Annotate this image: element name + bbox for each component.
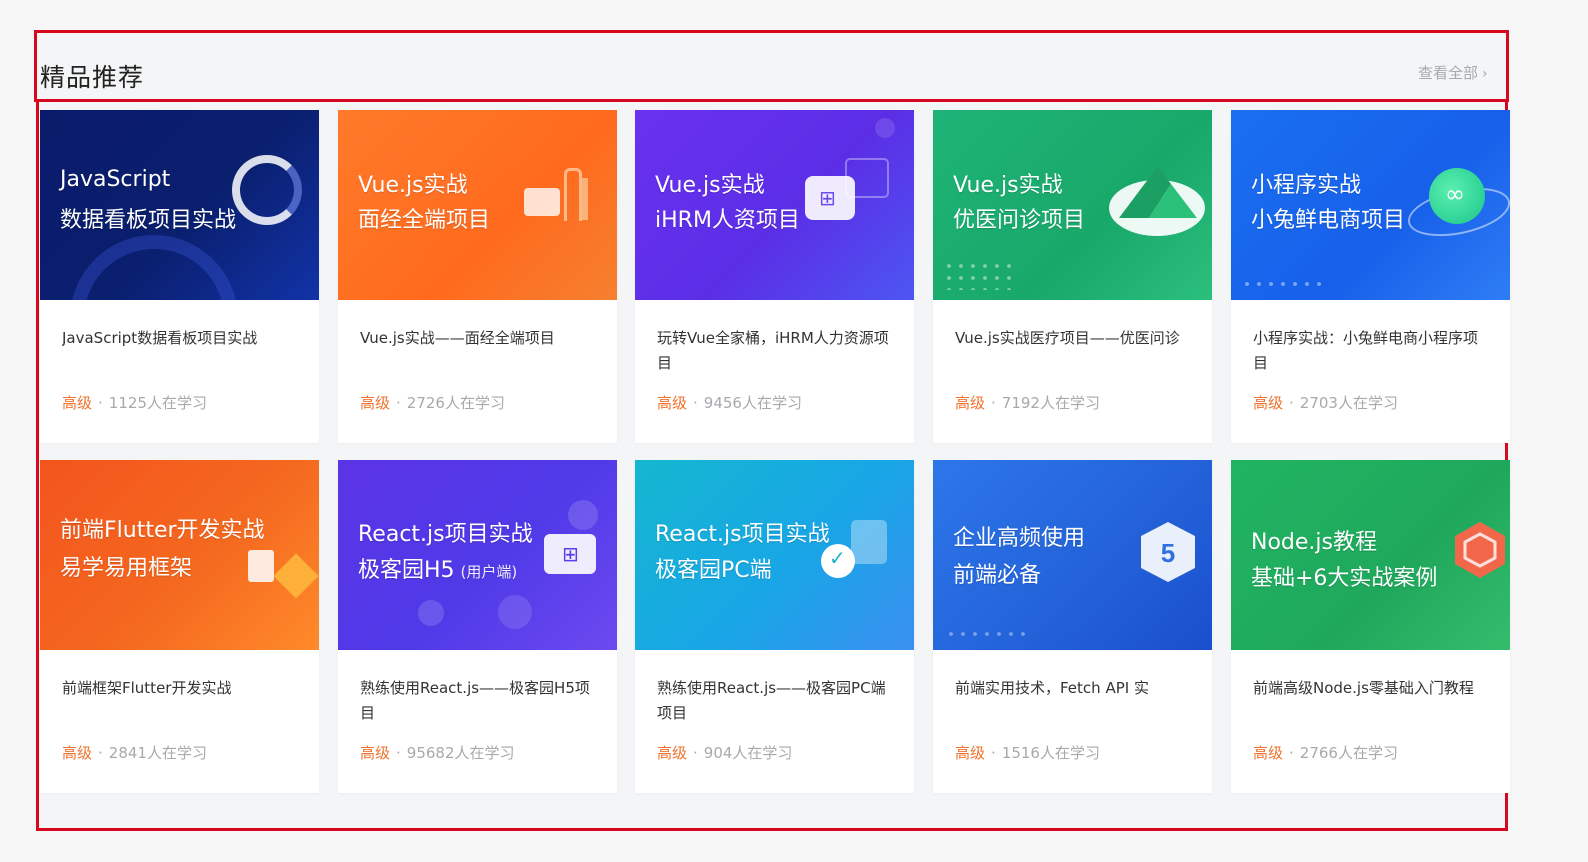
nodejs-icon xyxy=(1455,522,1505,578)
course-card[interactable]: 5 企业高频使用 前端必备 前端实用技术，Fetch API 实 高级 · 1516… xyxy=(933,460,1212,793)
course-thumbnail: ⊞ Vue.js实战 iHRM人资项目 xyxy=(635,110,914,300)
learner-count: 1516人在学习 xyxy=(1001,744,1100,762)
course-card[interactable]: 前端Flutter开发实战 易学易用框架 前端框架Flutter开发实战 高级 ·… xyxy=(40,460,319,793)
section-title: 精品推荐 xyxy=(40,63,145,92)
thumb-title: React.js项目实战 xyxy=(655,522,830,547)
ring-icon xyxy=(232,155,302,225)
course-title[interactable]: 前端框架Flutter开发实战 xyxy=(62,676,297,728)
learner-count: 904人在学习 xyxy=(703,744,793,762)
course-thumbnail: Vue.js实战 优医问诊项目 xyxy=(933,110,1212,300)
course-title[interactable]: JavaScript数据看板项目实战 xyxy=(62,326,297,378)
level-badge: 高级 xyxy=(955,394,986,412)
level-badge: 高级 xyxy=(62,744,93,762)
view-all-link[interactable]: 查看全部 › xyxy=(1418,62,1488,83)
level-badge: 高级 xyxy=(360,744,391,762)
course-title[interactable]: 小程序实战：小兔鲜电商小程序项目 xyxy=(1253,326,1488,378)
course-card[interactable]: Node.js教程 基础+6大实战案例 前端高级Node.js零基础入门教程 高… xyxy=(1231,460,1510,793)
thumb-title: 企业高频使用 xyxy=(953,526,1086,551)
thumb-subtitle: 基础+6大实战案例 xyxy=(1251,566,1438,591)
course-card[interactable]: ⊞ Vue.js实战 iHRM人资项目 玩转Vue全家桶，iHRM人力资源项目 … xyxy=(635,110,914,443)
thumb-subtitle: 面经全端项目 xyxy=(358,208,491,233)
briefcase-icon xyxy=(524,188,560,216)
thumb-subtitle: 极客园H5 xyxy=(358,558,455,583)
level-badge: 高级 xyxy=(360,394,391,412)
thumb-title: Vue.js实战 xyxy=(655,173,765,198)
thumb-subtitle: iHRM人资项目 xyxy=(655,208,800,233)
course-card[interactable]: ∞ 小程序实战 小兔鲜电商项目 小程序实战：小兔鲜电商小程序项目 高级 · 2703… xyxy=(1231,110,1510,443)
svg-text:5: 5 xyxy=(1161,538,1175,568)
level-badge: 高级 xyxy=(955,744,986,762)
learner-count: 2766人在学习 xyxy=(1299,744,1398,762)
learner-count: 7192人在学习 xyxy=(1001,394,1100,412)
thumb-title: Vue.js实战 xyxy=(953,173,1063,198)
course-thumbnail: JavaScript 数据看板项目实战 xyxy=(40,110,319,300)
course-thumbnail: ⊞ React.js项目实战 极客园H5 (用户端) xyxy=(338,460,617,650)
level-badge: 高级 xyxy=(1253,394,1284,412)
course-title[interactable]: Vue.js实战医疗项目——优医问诊 xyxy=(955,326,1190,378)
thumb-subtitle: 优医问诊项目 xyxy=(953,208,1086,233)
thumb-title: Vue.js实战 xyxy=(358,173,468,198)
level-badge: 高级 xyxy=(1253,744,1284,762)
course-card[interactable]: ⊞ React.js项目实战 极客园H5 (用户端) 熟练使用React.js——… xyxy=(338,460,617,793)
course-card[interactable]: JavaScript 数据看板项目实战 JavaScript数据看板项目实战 高… xyxy=(40,110,319,443)
chevron-right-icon: › xyxy=(1482,66,1488,82)
level-badge: 高级 xyxy=(657,744,688,762)
thumb-title: 前端Flutter开发实战 xyxy=(60,518,265,543)
thumb-subtitle: 极客园PC端 xyxy=(655,558,772,583)
course-title[interactable]: Vue.js实战——面经全端项目 xyxy=(360,326,595,378)
course-title[interactable]: 前端高级Node.js零基础入门教程 xyxy=(1253,676,1488,728)
course-thumbnail: 5 企业高频使用 前端必备 xyxy=(933,460,1212,650)
learner-count: 9456人在学习 xyxy=(703,394,802,412)
course-thumbnail: Vue.js实战 面经全端项目 xyxy=(338,110,617,300)
level-badge: 高级 xyxy=(657,394,688,412)
course-thumbnail: ✓ React.js项目实战 极客园PC端 xyxy=(635,460,914,650)
course-title[interactable]: 玩转Vue全家桶，iHRM人力资源项目 xyxy=(657,326,892,378)
thumb-subtitle: 数据看板项目实战 xyxy=(60,208,237,233)
learner-count: 2703人在学习 xyxy=(1299,394,1398,412)
learner-count: 2841人在学习 xyxy=(108,744,207,762)
html5-icon: 5 xyxy=(1141,522,1195,582)
learner-count: 2726人在学习 xyxy=(406,394,505,412)
thumb-title: Node.js教程 xyxy=(1251,530,1377,555)
section-header-highlight xyxy=(34,30,1509,102)
view-all-label: 查看全部 xyxy=(1418,64,1479,82)
flutter-icon xyxy=(248,550,274,582)
thumb-note: (用户端) xyxy=(460,563,518,581)
thumb-title: 小程序实战 xyxy=(1251,173,1362,198)
course-card[interactable]: Vue.js实战 优医问诊项目 Vue.js实战医疗项目——优医问诊 高级 · 71… xyxy=(933,110,1212,443)
learner-count: 1125人在学习 xyxy=(108,394,207,412)
level-badge: 高级 xyxy=(62,394,93,412)
course-thumbnail: ∞ 小程序实战 小兔鲜电商项目 xyxy=(1231,110,1510,300)
learner-count: 95682人在学习 xyxy=(406,744,515,762)
course-thumbnail: Node.js教程 基础+6大实战案例 xyxy=(1231,460,1510,650)
course-card[interactable]: Vue.js实战 面经全端项目 Vue.js实战——面经全端项目 高级 · 2726… xyxy=(338,110,617,443)
course-title[interactable]: 熟练使用React.js——极客园PC端项目 xyxy=(657,676,892,728)
vue-logo-icon xyxy=(1119,166,1197,218)
thumb-title: JavaScript xyxy=(60,167,171,192)
course-title[interactable]: 前端实用技术，Fetch API 实 xyxy=(955,676,1190,728)
thumb-subtitle: 前端必备 xyxy=(953,563,1042,588)
course-card[interactable]: ✓ React.js项目实战 极客园PC端 熟练使用React.js——极客园P… xyxy=(635,460,914,793)
thumb-subtitle: 小兔鲜电商项目 xyxy=(1251,208,1406,233)
course-title[interactable]: 熟练使用React.js——极客园H5项目 xyxy=(360,676,595,728)
course-thumbnail: 前端Flutter开发实战 易学易用框架 xyxy=(40,460,319,650)
thumb-subtitle: 易学易用框架 xyxy=(60,556,193,581)
thumb-title: React.js项目实战 xyxy=(358,522,533,547)
